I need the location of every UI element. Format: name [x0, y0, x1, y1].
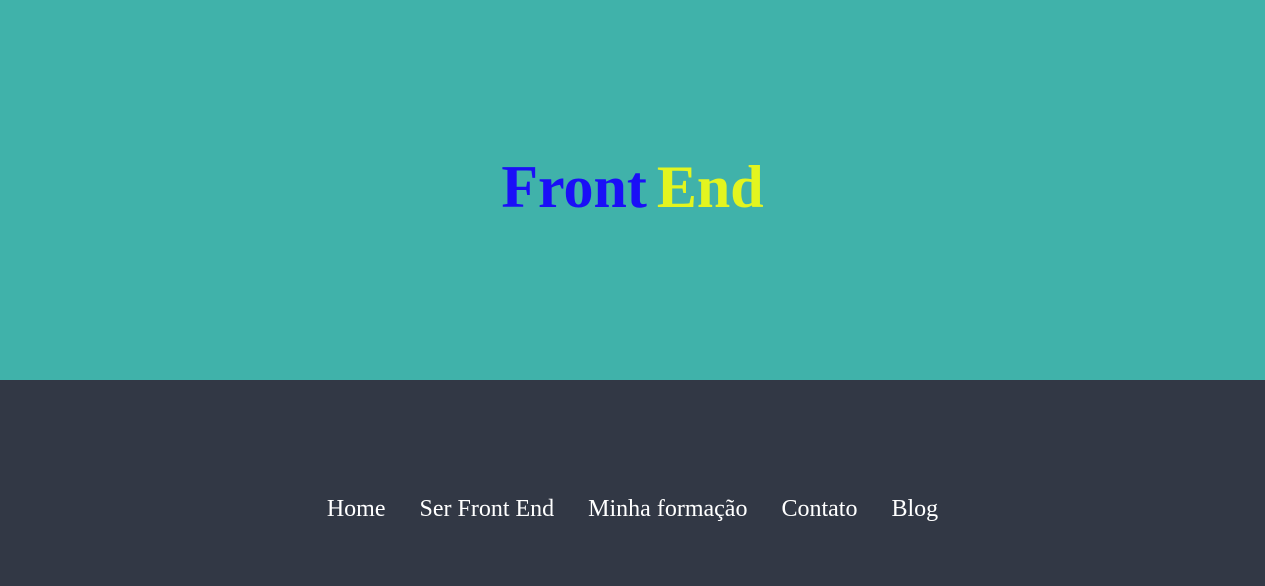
nav-menu: Home Ser Front End Minha formação Contat…	[0, 494, 1265, 524]
title-word-front: Front	[501, 154, 647, 220]
nav-link-ser-front-end[interactable]: Ser Front End	[420, 496, 555, 522]
nav-link-blog[interactable]: Blog	[891, 496, 938, 522]
title-word-end: End	[656, 154, 764, 220]
nav-link-home[interactable]: Home	[327, 496, 386, 522]
page-title: Front End	[0, 152, 1265, 222]
nav-link-contato[interactable]: Contato	[781, 496, 857, 522]
nav-link-minha-formacao[interactable]: Minha formação	[588, 496, 747, 522]
navigation-bar: Home Ser Front End Minha formação Contat…	[0, 380, 1265, 586]
hero-banner: Front End	[0, 0, 1265, 380]
